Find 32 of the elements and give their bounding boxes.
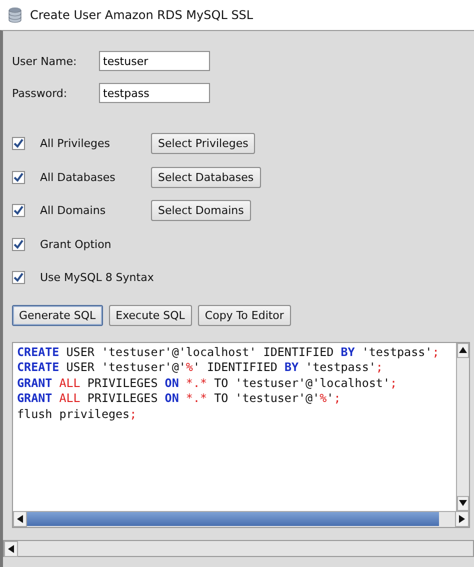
action-button[interactable]: Copy To Editor: [198, 304, 291, 326]
code-line: GRANT ALL PRIVILEGES ON *.* TO 'testuser'@'localhost';: [17, 376, 398, 391]
checkbox[interactable]: [12, 271, 25, 284]
select-button[interactable]: Select Domains: [151, 200, 251, 222]
checkbox-label: Use MySQL 8 Syntax: [40, 271, 151, 284]
select-button[interactable]: Select Privileges: [151, 133, 256, 154]
checkbox-label: All Privileges: [40, 137, 112, 150]
checkbox[interactable]: [12, 137, 25, 150]
action-button[interactable]: Generate SQL: [12, 304, 103, 326]
checkbox-label: All Domains: [40, 204, 107, 218]
select-button[interactable]: Select Databases: [151, 166, 261, 188]
field-label: User Name:: [12, 54, 78, 68]
checkbox[interactable]: [12, 204, 25, 218]
code-line: GRANT ALL PRIVILEGES ON *.* TO 'testuser'@'%';: [17, 391, 341, 406]
checkbox[interactable]: [12, 170, 25, 184]
field-label: Password:: [12, 86, 68, 100]
horizontal-scrollbar[interactable]: [13, 510, 469, 526]
action-button[interactable]: Execute SQL: [108, 304, 192, 326]
checkbox[interactable]: [12, 238, 25, 251]
scrollbar-thumb[interactable]: [27, 512, 439, 526]
database-icon: [8, 7, 22, 23]
input-field[interactable]: testpass: [99, 83, 210, 103]
code-line: CREATE USER 'testuser'@'localhost' IDENTIFIED BY 'testpass';: [17, 344, 440, 360]
input-field[interactable]: testuser: [99, 51, 210, 71]
checkbox-label: All Databases: [40, 170, 116, 184]
window-scrollbar[interactable]: [3, 540, 474, 556]
sql-editor[interactable]: [12, 342, 470, 528]
vertical-scrollbar[interactable]: [456, 342, 469, 510]
checkbox-label: Grant Option: [40, 238, 112, 251]
window-title: Create User Amazon RDS MySQL SSL: [30, 8, 254, 22]
code-line: flush privileges;: [17, 406, 137, 422]
code-line: CREATE USER 'testuser'@'%' IDENTIFIED BY 'testpass';: [17, 360, 383, 376]
